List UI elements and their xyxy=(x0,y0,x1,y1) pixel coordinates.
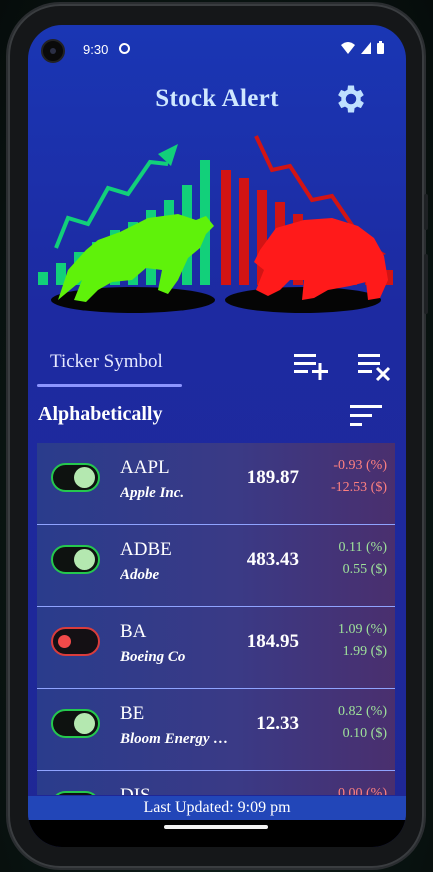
battery-icon xyxy=(377,41,384,54)
alert-toggle[interactable] xyxy=(51,791,100,795)
change-percent: -0.93 (%) xyxy=(333,458,387,473)
sort-order-label: Alphabetically xyxy=(38,403,163,425)
system-icons xyxy=(341,41,384,54)
notification-icon xyxy=(119,43,130,54)
stock-row-be[interactable]: BE Bloom Energy Corp 12.33 0.82 (%) 0.10… xyxy=(37,689,395,771)
home-handle[interactable] xyxy=(164,825,268,829)
ticker-symbol: BA xyxy=(120,621,147,642)
alert-toggle[interactable] xyxy=(51,545,100,574)
stock-list: AAPL Apple Inc. 189.87 -0.93 (%) -12.53 … xyxy=(37,443,395,795)
stock-row-adbe[interactable]: ADBE Adobe 483.43 0.11 (%) 0.55 ($) xyxy=(37,525,395,607)
app-screen: 9:30 Stock Alert Ticker Symbol Alphabeti… xyxy=(28,25,406,847)
company-name: Boeing Co xyxy=(120,649,186,665)
playlist-remove-icon[interactable] xyxy=(358,352,392,382)
front-camera xyxy=(41,39,65,63)
company-name: Apple Inc. xyxy=(120,485,185,501)
status-time: 9:30 xyxy=(83,42,109,57)
wifi-icon xyxy=(341,41,355,54)
ticker-symbol: BE xyxy=(120,703,145,724)
stock-row-dis[interactable]: DIS 0.00 (%) xyxy=(37,771,395,795)
ticker-symbol: DIS xyxy=(120,785,151,795)
change-dollar: 0.55 ($) xyxy=(342,562,387,577)
stock-price: 189.87 xyxy=(246,467,299,488)
alert-toggle[interactable] xyxy=(51,627,100,656)
change-percent: 0.82 (%) xyxy=(338,704,387,719)
change-percent: 0.11 (%) xyxy=(338,540,387,555)
gear-icon[interactable] xyxy=(333,81,369,117)
status-bar: 9:30 xyxy=(28,25,406,71)
change-dollar: 1.99 ($) xyxy=(342,644,387,659)
stock-price: 12.33 xyxy=(256,713,299,734)
company-name: Bloom Energy Corp xyxy=(120,731,232,747)
signal-icon xyxy=(361,41,371,54)
sort-icon[interactable] xyxy=(350,405,382,427)
change-dollar: -12.53 ($) xyxy=(331,480,387,495)
volume-button xyxy=(424,194,428,230)
ticker-symbol: AAPL xyxy=(120,457,170,478)
alert-toggle[interactable] xyxy=(51,463,100,492)
stock-price: 483.43 xyxy=(246,549,299,570)
tab-indicator xyxy=(37,384,182,387)
bull-bear-illustration xyxy=(38,135,393,313)
change-percent: 0.00 (%) xyxy=(338,786,387,795)
stock-row-ba[interactable]: BA Boeing Co 184.95 1.09 (%) 1.99 ($) xyxy=(37,607,395,689)
playlist-add-icon[interactable] xyxy=(294,352,330,380)
power-button xyxy=(424,254,428,314)
change-percent: 1.09 (%) xyxy=(338,622,387,637)
change-dollar: 0.10 ($) xyxy=(342,726,387,741)
tab-bar: Ticker Symbol xyxy=(28,337,406,387)
last-updated-bar: Last Updated: 9:09 pm xyxy=(28,796,406,820)
stock-price: 184.95 xyxy=(246,631,299,652)
alert-toggle[interactable] xyxy=(51,709,100,738)
tab-ticker-symbol[interactable]: Ticker Symbol xyxy=(50,351,163,373)
company-name: Adobe xyxy=(120,567,160,583)
ticker-symbol: ADBE xyxy=(120,539,172,560)
stock-row-aapl[interactable]: AAPL Apple Inc. 189.87 -0.93 (%) -12.53 … xyxy=(37,443,395,525)
gesture-navigation-bar xyxy=(28,820,406,847)
